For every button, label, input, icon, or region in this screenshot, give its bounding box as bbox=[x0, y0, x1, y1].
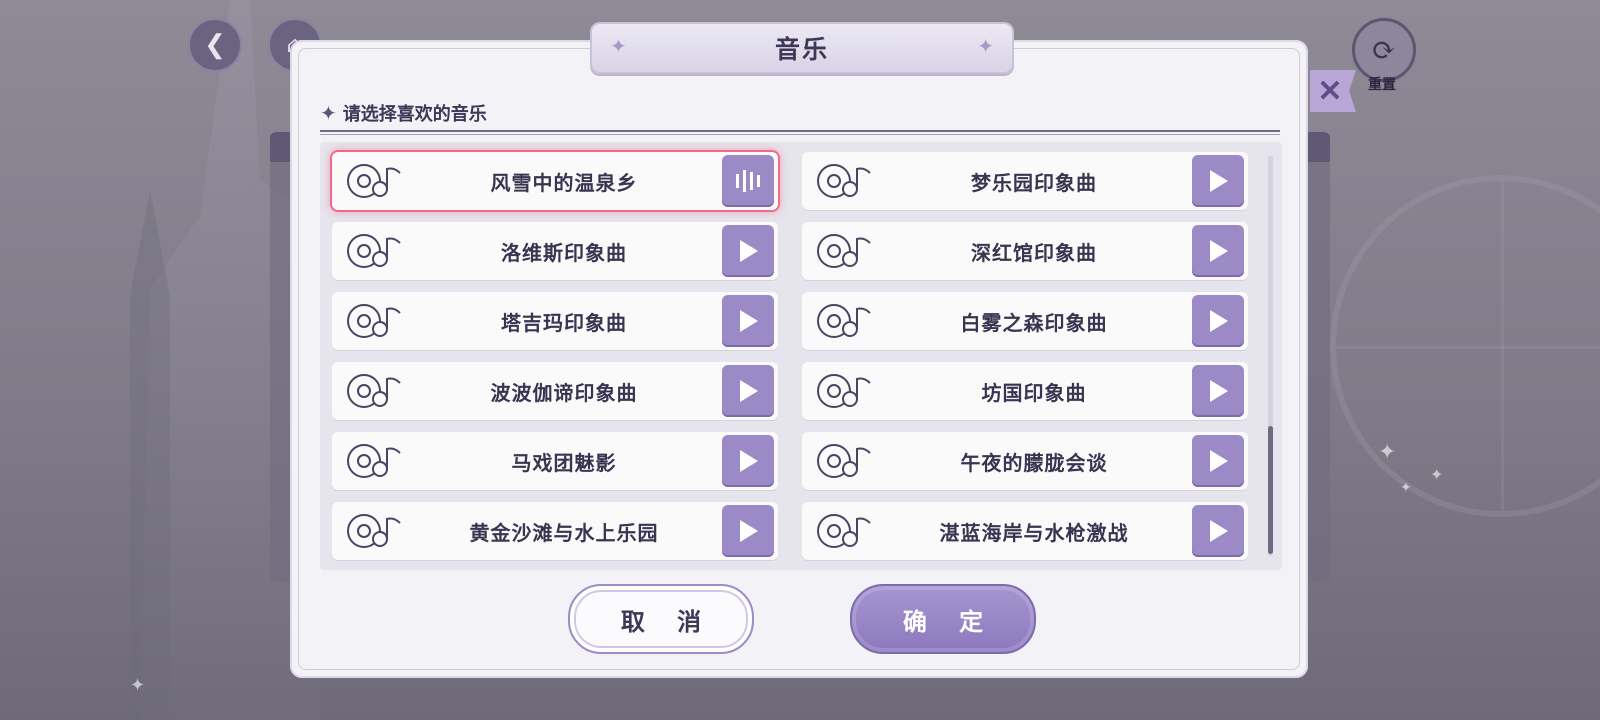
play-button[interactable] bbox=[722, 365, 774, 417]
track-name: 深红馆印象曲 bbox=[971, 240, 1097, 265]
sparkle-icon: ✦ bbox=[1378, 440, 1397, 465]
track-name: 湛蓝海岸与水枪激战 bbox=[939, 520, 1129, 545]
play-button[interactable] bbox=[1192, 435, 1244, 487]
track-name: 马戏团魅影 bbox=[511, 450, 617, 475]
track-item[interactable]: 波波伽谛印象曲 bbox=[332, 362, 778, 420]
play-icon bbox=[736, 448, 760, 474]
track-name: 洛维斯印象曲 bbox=[501, 240, 627, 265]
cancel-label: 取 消 bbox=[620, 606, 714, 636]
scrollbar[interactable] bbox=[1268, 156, 1273, 556]
track-item[interactable]: 梦乐园印象曲 bbox=[802, 152, 1248, 210]
music-disc-icon bbox=[346, 161, 406, 201]
track-name: 午夜的朦胧会谈 bbox=[960, 450, 1108, 475]
now-playing-button[interactable] bbox=[722, 155, 774, 207]
track-item[interactable]: 白雾之森印象曲 bbox=[802, 292, 1248, 350]
track-item[interactable]: 塔吉玛印象曲 bbox=[332, 292, 778, 350]
dialog-title-tab: ✦ 音乐 ✦ bbox=[590, 22, 1014, 74]
prompt-row: ✦ 请选择喜欢的音乐 bbox=[320, 96, 1280, 135]
track-item[interactable]: 午夜的朦胧会谈 bbox=[802, 432, 1248, 490]
track-name: 梦乐园印象曲 bbox=[971, 170, 1097, 195]
sparkle-icon: ✦ bbox=[130, 675, 146, 696]
play-icon bbox=[736, 308, 760, 334]
track-item[interactable]: 坊国印象曲 bbox=[802, 362, 1248, 420]
play-button[interactable] bbox=[1192, 365, 1244, 417]
reset-button[interactable]: ⟳ 重置 bbox=[1352, 18, 1416, 93]
prompt-text: 请选择喜欢的音乐 bbox=[342, 104, 487, 125]
dialog-title: 音乐 bbox=[774, 35, 829, 64]
confirm-button[interactable]: 确 定 bbox=[850, 584, 1036, 654]
music-disc-icon bbox=[816, 511, 876, 551]
play-button[interactable] bbox=[722, 295, 774, 347]
play-button[interactable] bbox=[722, 435, 774, 487]
play-icon bbox=[1206, 378, 1230, 404]
play-icon bbox=[736, 238, 760, 264]
close-icon: ✕ bbox=[1317, 73, 1343, 109]
play-icon bbox=[736, 518, 760, 544]
play-icon bbox=[1206, 238, 1230, 264]
music-disc-icon bbox=[346, 231, 406, 271]
close-button[interactable]: ✕ bbox=[1310, 70, 1356, 112]
play-button[interactable] bbox=[722, 225, 774, 277]
music-disc-icon bbox=[346, 371, 406, 411]
sparkle-icon: ✦ bbox=[1400, 480, 1412, 496]
track-name: 坊国印象曲 bbox=[981, 380, 1087, 405]
music-disc-icon bbox=[346, 441, 406, 481]
track-item[interactable]: 深红馆印象曲 bbox=[802, 222, 1248, 280]
play-button[interactable] bbox=[1192, 295, 1244, 347]
play-icon bbox=[1206, 168, 1230, 194]
music-disc-icon bbox=[346, 511, 406, 551]
sound-wave-icon bbox=[734, 168, 762, 194]
star-icon: ✦ bbox=[977, 34, 994, 58]
track-name: 黄金沙滩与水上乐园 bbox=[469, 520, 659, 545]
cancel-button[interactable]: 取 消 bbox=[568, 584, 754, 654]
refresh-icon: ⟳ bbox=[1352, 18, 1416, 82]
track-item[interactable]: 马戏团魅影 bbox=[332, 432, 778, 490]
confirm-label: 确 定 bbox=[902, 606, 996, 636]
back-arrow-icon: ❮ bbox=[204, 30, 226, 60]
star-bullet-icon: ✦ bbox=[320, 101, 337, 125]
play-button[interactable] bbox=[1192, 225, 1244, 277]
play-icon bbox=[1206, 518, 1230, 544]
scrollbar-thumb[interactable] bbox=[1268, 426, 1273, 554]
play-button[interactable] bbox=[1192, 155, 1244, 207]
track-item[interactable]: 洛维斯印象曲 bbox=[332, 222, 778, 280]
music-disc-icon bbox=[816, 371, 876, 411]
track-item[interactable]: 湛蓝海岸与水枪激战 bbox=[802, 502, 1248, 560]
play-icon bbox=[736, 378, 760, 404]
play-icon bbox=[1206, 308, 1230, 334]
track-name: 波波伽谛印象曲 bbox=[490, 380, 638, 405]
tower-silhouette bbox=[130, 190, 170, 720]
track-name: 塔吉玛印象曲 bbox=[501, 310, 627, 335]
back-button[interactable]: ❮ bbox=[188, 18, 242, 72]
track-name: 风雪中的温泉乡 bbox=[490, 170, 638, 195]
reset-label: 重置 bbox=[1368, 77, 1396, 93]
music-disc-icon bbox=[816, 301, 876, 341]
music-disc-icon bbox=[816, 441, 876, 481]
music-disc-icon bbox=[816, 161, 876, 201]
music-disc-icon bbox=[816, 231, 876, 271]
track-item[interactable]: 风雪中的温泉乡 bbox=[332, 152, 778, 210]
music-disc-icon bbox=[346, 301, 406, 341]
ferris-wheel-silhouette bbox=[1330, 175, 1600, 517]
play-icon bbox=[1206, 448, 1230, 474]
play-button[interactable] bbox=[1192, 505, 1244, 557]
track-name: 白雾之森印象曲 bbox=[960, 310, 1108, 335]
star-icon: ✦ bbox=[610, 34, 627, 58]
sparkle-icon: ✦ bbox=[1430, 465, 1444, 484]
play-button[interactable] bbox=[722, 505, 774, 557]
track-item[interactable]: 黄金沙滩与水上乐园 bbox=[332, 502, 778, 560]
